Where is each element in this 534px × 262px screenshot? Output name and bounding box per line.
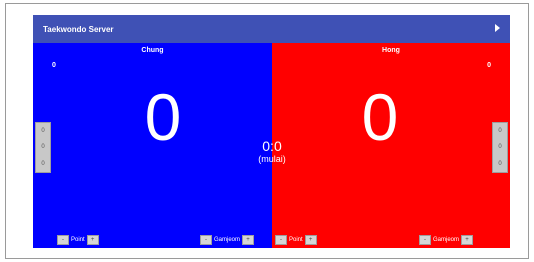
blue-point-control: - Point +: [57, 235, 99, 245]
blue-side-button-3[interactable]: 0: [41, 160, 44, 168]
app-title: Taekwondo Server: [43, 24, 114, 34]
blue-gamjeom-plus-button[interactable]: +: [242, 235, 255, 245]
blue-point-label: Point: [71, 237, 85, 243]
blue-penalty-count: 0: [52, 62, 56, 69]
app-window: Taekwondo Server Chung 0 0 0 0 0 - Point…: [33, 15, 510, 248]
red-point-plus-button[interactable]: +: [304, 235, 317, 245]
red-side-button-1[interactable]: 0: [498, 127, 501, 135]
app-bar: Taekwondo Server: [33, 15, 510, 43]
blue-point-plus-button[interactable]: +: [86, 235, 99, 245]
blue-score: 0: [144, 80, 182, 154]
blue-side-button-1[interactable]: 0: [41, 127, 44, 135]
red-penalty-count: 0: [487, 62, 491, 69]
red-point-minus-button[interactable]: -: [275, 235, 287, 245]
red-side-button-2[interactable]: 0: [498, 143, 501, 151]
red-gamjeom-label: Gamjeom: [433, 237, 460, 243]
red-gamjeom-control: - Gamjeom +: [419, 235, 474, 245]
red-score: 0: [361, 80, 399, 154]
overflow-menu-icon[interactable]: [495, 24, 500, 32]
blue-point-minus-button[interactable]: -: [57, 235, 69, 245]
red-gamjeom-minus-button[interactable]: -: [419, 235, 431, 245]
red-side-buttons: 0 0 0: [492, 122, 508, 173]
red-side-button-3[interactable]: 0: [498, 160, 501, 168]
blue-side-buttons: 0 0 0: [35, 122, 51, 173]
timer-display: 0:0: [262, 138, 282, 154]
blue-side-button-2[interactable]: 0: [41, 143, 44, 151]
red-gamjeom-plus-button[interactable]: +: [461, 235, 474, 245]
match-timer[interactable]: 0:0 (mulai): [233, 138, 311, 165]
timer-state: (mulai): [258, 154, 286, 164]
blue-gamjeom-control: - Gamjeom +: [200, 235, 255, 245]
red-player-name: Hong: [382, 47, 400, 54]
red-point-label: Point: [289, 237, 303, 243]
blue-gamjeom-label: Gamjeom: [214, 237, 241, 243]
blue-gamjeom-minus-button[interactable]: -: [200, 235, 212, 245]
red-point-control: - Point +: [275, 235, 317, 245]
blue-player-name: Chung: [141, 47, 164, 54]
